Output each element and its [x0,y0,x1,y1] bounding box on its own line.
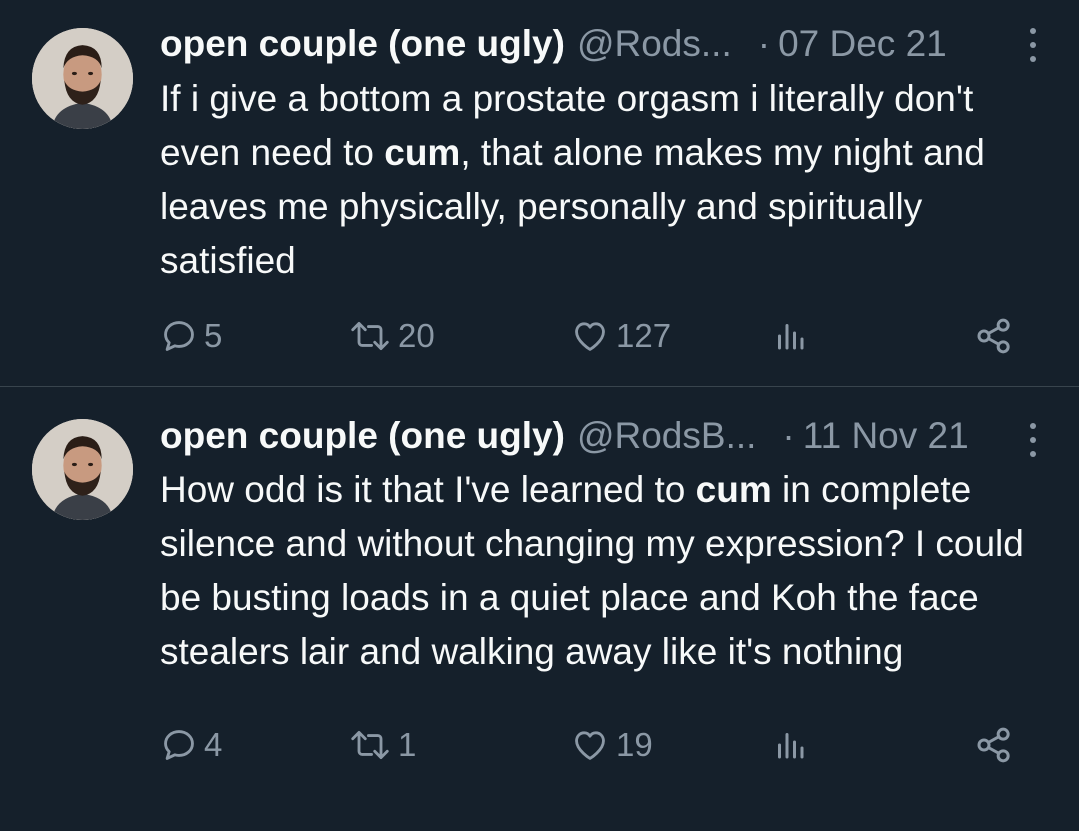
views-button[interactable] [772,314,808,358]
tweet[interactable]: open couple (one ugly) @Rods... · 07 Dec… [0,0,1079,386]
avatar-image [32,419,133,520]
author-handle[interactable]: @Rods... [577,23,732,65]
more-icon[interactable] [1025,28,1041,62]
like-button[interactable]: 19 [570,723,653,767]
like-icon [575,322,605,351]
share-icon [977,318,1010,354]
tweet-text-part: How odd is it that I've learned to [160,469,696,510]
tweet-header: open couple (one ugly) @RodsB... · 11 No… [160,414,1039,458]
tweet-text: If i give a bottom a prostate orgasm i l… [160,72,1040,288]
like-icon [575,731,605,760]
retweet-icon [351,322,389,350]
tweet-actions: 4 1 19 [160,723,1020,767]
separator: · [782,415,795,456]
tweet-text-highlight: cum [695,469,772,510]
reply-icon [164,321,194,351]
views-button[interactable] [772,723,808,767]
reply-button[interactable]: 5 [160,314,222,358]
tweet-text: How odd is it that I've learned to cum i… [160,463,1040,679]
author-name[interactable]: open couple (one ugly) [160,415,565,457]
retweet-count: 1 [398,726,417,763]
avatar-image [32,28,133,129]
views-icon [778,324,804,350]
views-icon [778,733,804,759]
retweet-icon [351,731,389,759]
tweet-date[interactable]: 11 Nov 21 [803,415,969,457]
tweet-header: open couple (one ugly) @Rods... · 07 Dec… [160,22,1039,66]
avatar[interactable] [32,28,133,129]
tweet-actions: 5 20 127 [160,314,1020,358]
share-button[interactable] [974,723,1014,767]
reply-icon [164,730,194,760]
tweet-text-highlight: cum [384,132,461,173]
author-name[interactable]: open couple (one ugly) [160,23,565,65]
reply-count: 5 [204,317,223,354]
reply-count: 4 [204,726,223,763]
separator: · [757,23,771,64]
more-icon[interactable] [1025,423,1041,457]
avatar[interactable] [32,419,133,520]
share-icon [977,727,1010,763]
like-button[interactable]: 127 [570,314,671,358]
retweet-count: 20 [398,317,435,354]
tweet-date[interactable]: 07 Dec 21 [778,23,947,65]
tweet[interactable]: open couple (one ugly) @RodsB... · 11 No… [0,386,1079,831]
retweet-button[interactable]: 20 [348,314,435,358]
like-count: 19 [616,726,653,763]
author-handle[interactable]: @RodsB... [577,415,756,457]
share-button[interactable] [974,314,1014,358]
retweet-button[interactable]: 1 [348,723,416,767]
reply-button[interactable]: 4 [160,723,222,767]
like-count: 127 [616,317,672,354]
